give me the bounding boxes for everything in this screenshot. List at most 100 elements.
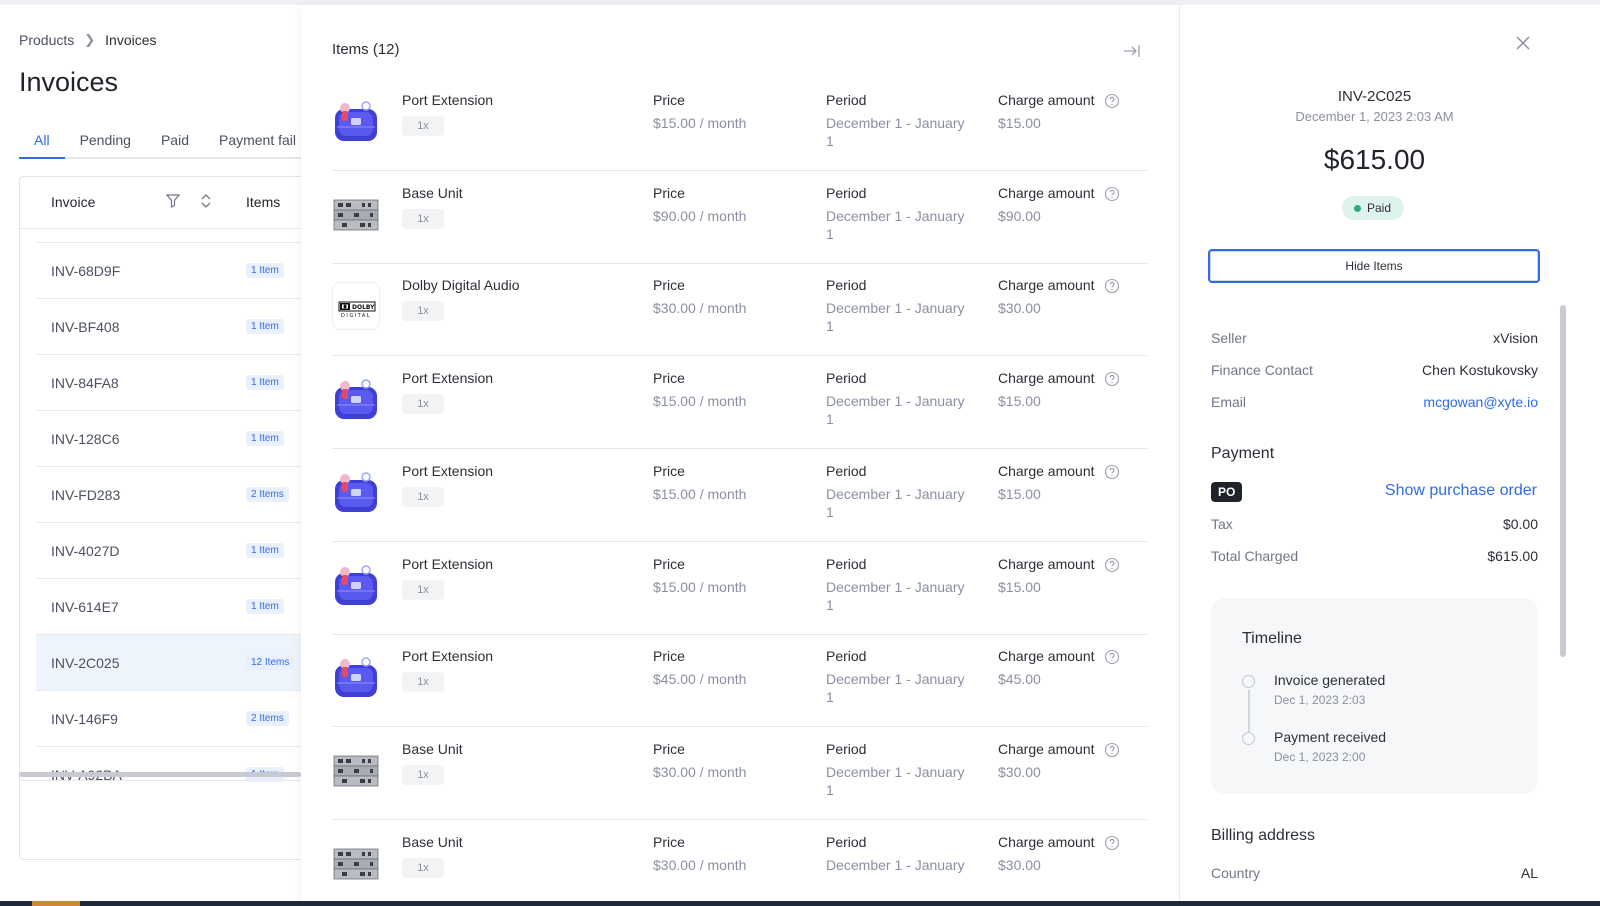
item-name: Port Extension [402,648,494,665]
items-badge: 1 Item [246,375,284,390]
item-quantity: 1x [402,301,444,322]
dolby-logo-icon: DOLBY DIGITAL [332,282,380,331]
item-quantity: 1x [402,394,444,415]
table-row[interactable]: INV-84FA8 1 Item [36,354,318,410]
items-panel: Items (12) Port Extension 1x Price $15.0… [301,5,1179,901]
tab-payment-failed[interactable]: Payment fail [204,129,311,159]
table-footer-divider [19,780,319,781]
total-charged-value: $615.00 [1487,548,1538,564]
filter-icon[interactable] [166,194,180,208]
timeline-step-time: Dec 1, 2023 2:03 [1274,693,1366,707]
timeline-circle-icon [1242,675,1255,688]
help-circle-icon[interactable] [1104,835,1120,851]
total-charged-label: Total Charged [1211,548,1299,564]
price-value: $15.00 / month [653,578,747,595]
item-quantity: 1x [402,764,444,785]
status-label: Paid [1367,201,1392,215]
help-circle-icon[interactable] [1104,742,1120,758]
help-circle-icon[interactable] [1104,649,1120,665]
taskbar-app[interactable] [32,901,80,906]
price-label: Price [653,92,685,108]
help-circle-icon[interactable] [1104,464,1120,480]
table-row[interactable]: INV-4027D 1 Item [36,522,318,578]
line-item: Port Extension 1x Price $45.00 / month P… [332,635,1147,728]
status-tabs: All Pending Paid Payment fail [19,129,319,159]
table-row[interactable]: INV-FD283 2 Items [36,466,318,522]
charge-amount-label: Charge amount [998,184,1095,201]
table-body: INV-68D9F 1 Item INV-BF408 1 Item INV-84FA… [36,242,318,802]
email-link[interactable]: mcgowan@xyte.io [1423,394,1538,410]
tax-row: Tax $0.00 [1211,516,1538,532]
finance-contact-row: Finance Contact Chen Kostukovsky [1211,362,1538,378]
sort-icon[interactable] [200,193,212,209]
tax-label: Tax [1211,516,1233,532]
invoice-id: INV-614E7 [51,599,119,615]
table-row[interactable]: INV-68D9F 1 Item [36,242,318,298]
close-icon[interactable] [1514,34,1532,52]
svg-text:DIGITAL: DIGITAL [341,313,371,319]
item-name: Base Unit [402,184,463,201]
items-badge: 1 Item [246,431,284,446]
breadcrumb-products[interactable]: Products [19,32,74,48]
price-label: Price [653,833,685,850]
country-row: Country AL [1211,865,1538,881]
collapse-panel-icon[interactable] [1123,43,1141,59]
table-row[interactable]: INV-614E7 1 Item [36,578,318,634]
invoice-id: INV-128C6 [51,431,120,447]
timeline-card: Timeline Invoice generated Dec 1, 2023 2… [1211,598,1538,794]
charge-amount-label: Charge amount [998,370,1095,387]
items-badge: 1 Item [246,263,284,278]
po-badge: PO [1211,482,1243,502]
help-circle-icon[interactable] [1104,186,1120,202]
country-label: Country [1211,865,1261,881]
hide-items-button[interactable]: Hide Items [1208,249,1540,283]
help-circle-icon[interactable] [1104,278,1120,294]
period-label: Period [826,184,867,201]
tab-pending[interactable]: Pending [65,129,146,159]
period-value: December 1 - January 1 [826,207,965,242]
charge-amount-value: $30.00 [998,300,1041,317]
tab-paid[interactable]: Paid [146,129,204,159]
invoice-date: December 1, 2023 2:03 AM [1295,109,1454,124]
charge-amount-value: $15.00 [998,393,1041,410]
charge-amount-value: $30.00 [998,763,1041,780]
item-name: Port Extension [402,462,494,479]
line-item: DOLBY DIGITAL Dolby Digital Audio 1x Pric… [332,264,1147,357]
price-label: Price [653,184,685,201]
charge-amount-value: $45.00 [998,671,1041,688]
invoice-id: INV-84FA8 [51,375,119,391]
help-circle-icon[interactable] [1104,371,1120,387]
charge-amount-label: Charge amount [998,648,1095,665]
table-row[interactable]: INV-146F9 2 Items [36,690,318,746]
breadcrumb-invoices: Invoices [105,32,157,48]
tab-all[interactable]: All [19,129,65,159]
horizontal-scrollbar[interactable] [19,772,301,777]
timeline-step-title: Payment received [1274,729,1387,745]
table-row[interactable]: INV-128C6 1 Item [36,410,318,466]
table-row[interactable]: INV-BF408 1 Item [36,298,318,354]
vertical-scrollbar[interactable] [1560,305,1566,657]
item-quantity: 1x [402,857,444,878]
price-label: Price [653,648,685,665]
table-row-selected[interactable]: INV-2C025 12 Items [36,634,318,690]
price-value: $15.00 / month [653,393,747,410]
charge-amount-label: Charge amount [998,462,1095,479]
item-quantity: 1x [402,486,444,507]
period-value: December 1 - January 1 [826,300,965,335]
tax-value: $0.00 [1502,516,1538,532]
item-quantity: 1x [402,116,444,136]
port-extension-product-icon [332,653,380,702]
period-label: Period [826,277,867,294]
column-invoice: Invoice [51,194,96,210]
charge-amount-label: Charge amount [998,277,1095,294]
price-value: $90.00 / month [653,207,747,224]
column-items: Items [246,194,281,210]
help-circle-icon[interactable] [1104,93,1120,109]
help-circle-icon[interactable] [1104,557,1120,573]
base-unit-product-icon [332,838,380,887]
item-name: Base Unit [402,740,463,757]
show-purchase-order-link[interactable]: Show purchase order [1385,482,1537,500]
seller-value: xVision [1493,330,1538,346]
invoice-id: INV-FD283 [51,487,121,503]
line-item: Port Extension 1x Price $15.00 / month P… [332,450,1147,542]
